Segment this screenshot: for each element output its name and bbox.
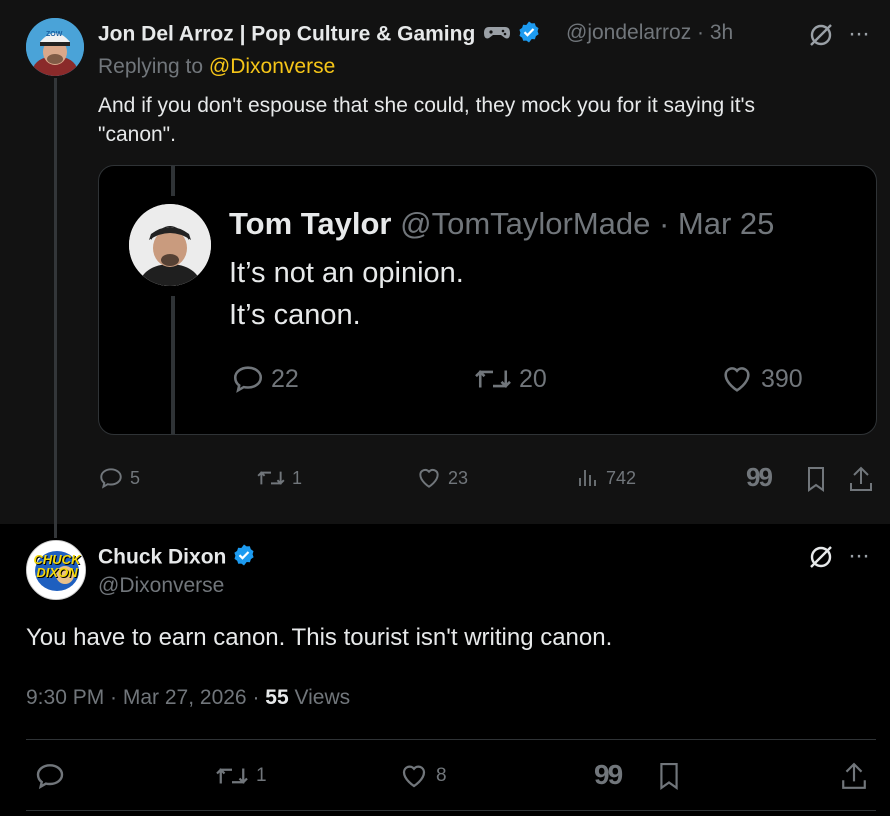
like-action[interactable]: 8 (398, 761, 447, 791)
views-label: Views (288, 686, 351, 709)
like-count: 23 (448, 467, 469, 488)
views-action[interactable]: 742 (576, 465, 636, 491)
quoted-text-line: It’s not an opinion. (229, 257, 464, 289)
repost-icon (256, 465, 286, 491)
more-options-icon[interactable]: ··· (848, 542, 870, 570)
quoted-author[interactable]: Tom Taylor @TomTaylorMade · Mar 25 (229, 206, 774, 242)
reply-count: 5 (130, 467, 141, 488)
replying-handle-link[interactable]: @Dixonverse (209, 55, 335, 78)
repost-count: 20 (519, 364, 547, 393)
repost-action[interactable]: 20 (473, 362, 547, 396)
views-chart-icon (576, 465, 600, 491)
repost-action[interactable]: 1 (256, 465, 302, 491)
quoted-text-line: It’s canon. (229, 299, 361, 331)
views-count: 55 (265, 686, 289, 709)
quote-thread-line (171, 166, 175, 196)
more-options-icon[interactable]: ··· (848, 20, 870, 48)
grok-icon[interactable]: 99 (746, 462, 773, 493)
like-action[interactable]: 23 (416, 465, 468, 491)
reply-text: And if you don't espouse that she could,… (98, 91, 755, 149)
handle-date: @TomTaylorMade · Mar 25 (400, 206, 775, 241)
like-count: 390 (761, 364, 803, 393)
avatar[interactable]: CHUCK DIXON (26, 540, 86, 600)
avatar-text-line: DIXON (36, 565, 78, 580)
divider (26, 739, 876, 740)
thread-line (54, 78, 57, 524)
reply-icon[interactable] (34, 760, 66, 797)
bookmark-icon[interactable] (656, 760, 682, 797)
avatar-logo-text: CHUCK DIXON (31, 553, 83, 579)
reply-count: 22 (271, 364, 299, 393)
avatar[interactable] (129, 204, 211, 286)
divider (26, 810, 876, 811)
bookmark-icon[interactable] (804, 465, 828, 498)
share-icon[interactable] (848, 465, 874, 498)
author-name-text: Tom Taylor (229, 206, 392, 241)
share-icon[interactable] (840, 760, 868, 797)
thread-line (54, 524, 57, 538)
verified-badge-icon (517, 20, 541, 50)
avatar-cap-text: ZOW (46, 31, 63, 38)
heart-icon (719, 362, 755, 396)
repost-icon (473, 362, 513, 396)
reply-action[interactable]: 5 (98, 465, 140, 491)
like-action[interactable]: 390 (719, 362, 803, 396)
reply-icon (231, 362, 265, 396)
replying-prefix: Replying to (98, 55, 204, 78)
views-count: 742 (606, 467, 637, 488)
avatar[interactable]: ZOW (26, 18, 84, 76)
author-name[interactable]: Chuck Dixon (98, 543, 256, 573)
gamepad-icon (483, 23, 511, 47)
author-name-text: Jon Del Arroz | Pop Culture & Gaming (98, 22, 476, 46)
verified-badge-icon (232, 543, 256, 573)
quoted-tweet-card[interactable]: Tom Taylor @TomTaylorMade · Mar 25 It’s … (98, 165, 877, 435)
grok-icon[interactable] (808, 544, 834, 575)
repost-action[interactable]: 1 (214, 761, 267, 791)
like-count: 8 (436, 765, 447, 786)
heart-icon (398, 761, 430, 791)
reply-text-line: "canon". (98, 123, 176, 146)
handle[interactable]: @Dixonverse (98, 574, 224, 598)
repost-count: 1 (256, 765, 267, 786)
timestamp-link[interactable]: 9:30 PM · Mar 27, 2026 · (26, 686, 265, 709)
repost-icon (214, 761, 250, 791)
author-name-text: Chuck Dixon (98, 545, 227, 569)
reply-action[interactable]: 22 (231, 362, 299, 396)
grok-icon[interactable] (808, 22, 834, 53)
tweet-meta: 9:30 PM · Mar 27, 2026 · 55 Views (26, 686, 350, 710)
quote-thread-line (171, 296, 175, 434)
tweet-text: You have to earn canon. This tourist isn… (26, 624, 613, 651)
handle-time[interactable]: @jondelarroz · 3h (566, 21, 733, 45)
repost-count: 1 (292, 467, 303, 488)
reply-text-line: And if you don't espouse that she could,… (98, 94, 756, 117)
author-name[interactable]: Jon Del Arroz | Pop Culture & Gaming (98, 20, 541, 50)
grok-icon[interactable]: 99 (594, 759, 623, 791)
reply-icon (98, 465, 124, 491)
quoted-text: It’s not an opinion. It’s canon. (229, 252, 464, 336)
heart-icon (416, 465, 442, 491)
replying-to: Replying to @Dixonverse (98, 55, 335, 79)
